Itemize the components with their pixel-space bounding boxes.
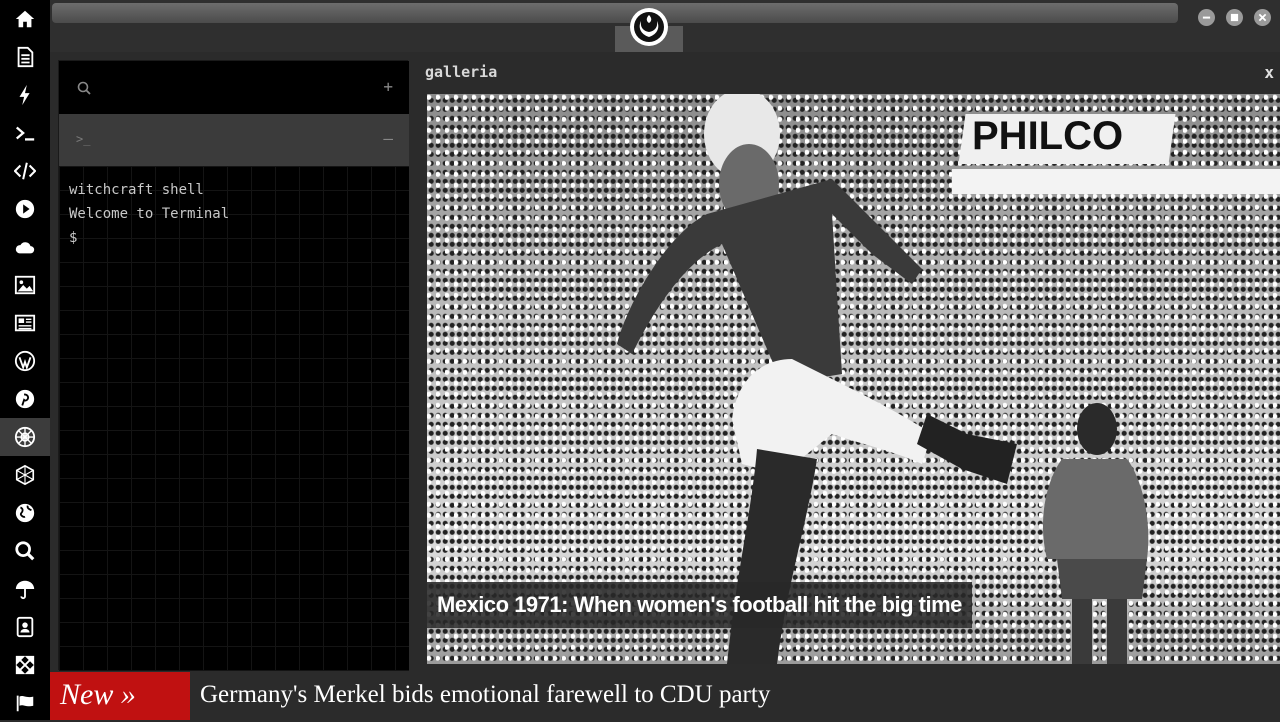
dock-item-pinterest[interactable] — [0, 380, 50, 418]
terminal-line: Welcome to Terminal — [69, 206, 230, 222]
terminal-prompt: $ — [69, 230, 78, 246]
address-book-icon — [16, 616, 34, 638]
dock-item-empire[interactable] — [0, 418, 50, 456]
panel-title: galleria — [425, 63, 498, 81]
ticker-headline[interactable]: Germany's Merkel bids emotional farewell… — [200, 672, 770, 720]
lightning-icon — [19, 84, 30, 106]
dock-item-flag[interactable] — [0, 684, 50, 722]
dock-item-contacts[interactable] — [0, 608, 50, 646]
galactic-empire-icon — [14, 426, 36, 448]
home-icon — [15, 10, 35, 28]
address-bar[interactable] — [52, 3, 1178, 23]
app-dock — [0, 0, 50, 720]
cloud-icon — [15, 242, 35, 254]
dock-item-image[interactable] — [0, 266, 50, 304]
umbrella-icon — [15, 580, 35, 600]
dock-item-newspaper[interactable] — [0, 304, 50, 342]
wordpress-icon — [14, 350, 36, 372]
network-icon — [15, 464, 35, 486]
ticker-badge: New » — [50, 672, 190, 720]
rebel-alliance-icon — [634, 12, 664, 42]
newspaper-icon — [14, 314, 36, 332]
flag-icon — [16, 695, 34, 712]
globe-icon — [15, 503, 35, 523]
galleria-panel: galleria x PHILCO Mexico 1971: When wome… — [417, 60, 1280, 670]
dock-item-wordpress[interactable] — [0, 342, 50, 380]
terminal-search-bar[interactable]: + — [59, 61, 409, 114]
dock-item-network[interactable] — [0, 456, 50, 494]
dock-item-expand[interactable] — [0, 646, 50, 684]
terminal-line: witchcraft shell — [69, 182, 204, 198]
top-bar — [50, 0, 1280, 52]
terminal-panel: + >_ – witchcraft shell Welcome to Termi… — [58, 60, 409, 671]
terminal-icon — [16, 126, 35, 141]
close-icon — [1258, 13, 1267, 22]
collapse-terminal-button[interactable]: – — [383, 129, 393, 148]
dock-item-cloud[interactable] — [0, 228, 50, 266]
dock-item-code[interactable] — [0, 152, 50, 190]
search-icon — [77, 81, 91, 95]
code-icon — [14, 162, 36, 180]
news-ticker: New » Germany's Merkel bids emotional fa… — [50, 672, 1280, 720]
dock-item-terminal[interactable] — [0, 114, 50, 152]
logo-button[interactable] — [630, 8, 668, 46]
minimize-icon — [1202, 16, 1211, 19]
pinterest-icon — [15, 389, 35, 409]
dock-item-lightning[interactable] — [0, 76, 50, 114]
play-icon — [15, 199, 35, 219]
search-icon — [15, 541, 35, 561]
player-figure — [617, 94, 1017, 664]
dock-item-search[interactable] — [0, 532, 50, 570]
image-icon — [14, 275, 36, 295]
dock-item-document[interactable] — [0, 38, 50, 76]
add-terminal-button[interactable]: + — [383, 77, 393, 96]
player-figure — [1042, 403, 1149, 664]
terminal-tab[interactable]: >_ – — [59, 114, 409, 166]
dock-item-play[interactable] — [0, 190, 50, 228]
terminal-output[interactable]: witchcraft shell Welcome to Terminal $ — [59, 166, 409, 671]
maximize-icon — [1230, 13, 1239, 22]
expand-icon — [15, 655, 35, 675]
gallery-image[interactable]: PHILCO Mexico 1971: When women's footbal… — [427, 94, 1280, 664]
maximize-button[interactable] — [1226, 9, 1243, 26]
image-caption: Mexico 1971: When women's football hit t… — [427, 582, 972, 628]
minimize-button[interactable] — [1198, 9, 1215, 26]
dock-item-umbrella[interactable] — [0, 570, 50, 608]
close-panel-button[interactable]: x — [1264, 63, 1274, 82]
terminal-prompt-icon: >_ — [76, 132, 91, 146]
dock-item-globe[interactable] — [0, 494, 50, 532]
dock-item-home[interactable] — [0, 0, 50, 38]
close-button[interactable] — [1254, 9, 1271, 26]
document-icon — [17, 46, 34, 68]
